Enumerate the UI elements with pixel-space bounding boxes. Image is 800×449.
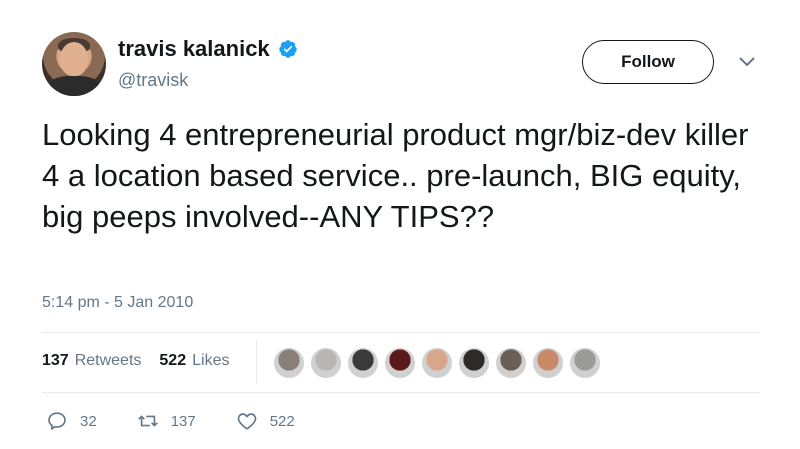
avatar-shirt xyxy=(48,76,100,96)
avatar-face xyxy=(60,42,88,76)
likes-count[interactable]: 522 xyxy=(159,352,186,370)
retweets-label[interactable]: Retweets xyxy=(75,352,142,370)
divider-top xyxy=(42,332,760,333)
like-count: 522 xyxy=(269,412,295,430)
liker-avatar[interactable] xyxy=(496,348,526,378)
retweet-icon[interactable] xyxy=(137,410,159,432)
verified-badge-icon xyxy=(278,40,297,58)
tweet-timestamp[interactable]: 5:14 pm - 5 Jan 2010 xyxy=(42,294,193,312)
retweet-count: 137 xyxy=(170,412,196,430)
retweets-count[interactable]: 137 xyxy=(42,352,69,370)
reply-icon[interactable] xyxy=(46,410,68,432)
reply-count: 32 xyxy=(80,412,97,430)
liker-avatar[interactable] xyxy=(274,348,304,378)
liker-avatar[interactable] xyxy=(348,348,378,378)
follow-button[interactable]: Follow xyxy=(582,40,714,84)
liker-avatar[interactable] xyxy=(311,348,341,378)
tweet-actions: 32 137 522 xyxy=(46,410,335,432)
author-handle[interactable]: @travisk xyxy=(118,70,188,91)
liker-avatar[interactable] xyxy=(533,348,563,378)
retweet-action[interactable]: 137 xyxy=(137,410,196,432)
liker-avatar[interactable] xyxy=(459,348,489,378)
divider-bottom xyxy=(42,392,760,393)
engagement-stats: 137 Retweets 522 Likes xyxy=(42,352,229,370)
reply-action[interactable]: 32 xyxy=(46,410,97,432)
author-name[interactable]: travis kalanick xyxy=(118,36,270,62)
liker-avatar[interactable] xyxy=(385,348,415,378)
stats-separator xyxy=(256,340,257,384)
liker-avatar[interactable] xyxy=(570,348,600,378)
liker-avatar[interactable] xyxy=(422,348,452,378)
profile-avatar[interactable] xyxy=(42,32,106,96)
like-action[interactable]: 522 xyxy=(236,410,295,432)
tweet-text: Looking 4 entrepreneurial product mgr/bi… xyxy=(42,117,749,234)
likes-label[interactable]: Likes xyxy=(192,352,229,370)
author-name-row: travis kalanick xyxy=(118,36,298,62)
liker-avatars xyxy=(274,348,600,378)
heart-icon[interactable] xyxy=(236,410,258,432)
chevron-down-icon[interactable] xyxy=(738,56,756,68)
